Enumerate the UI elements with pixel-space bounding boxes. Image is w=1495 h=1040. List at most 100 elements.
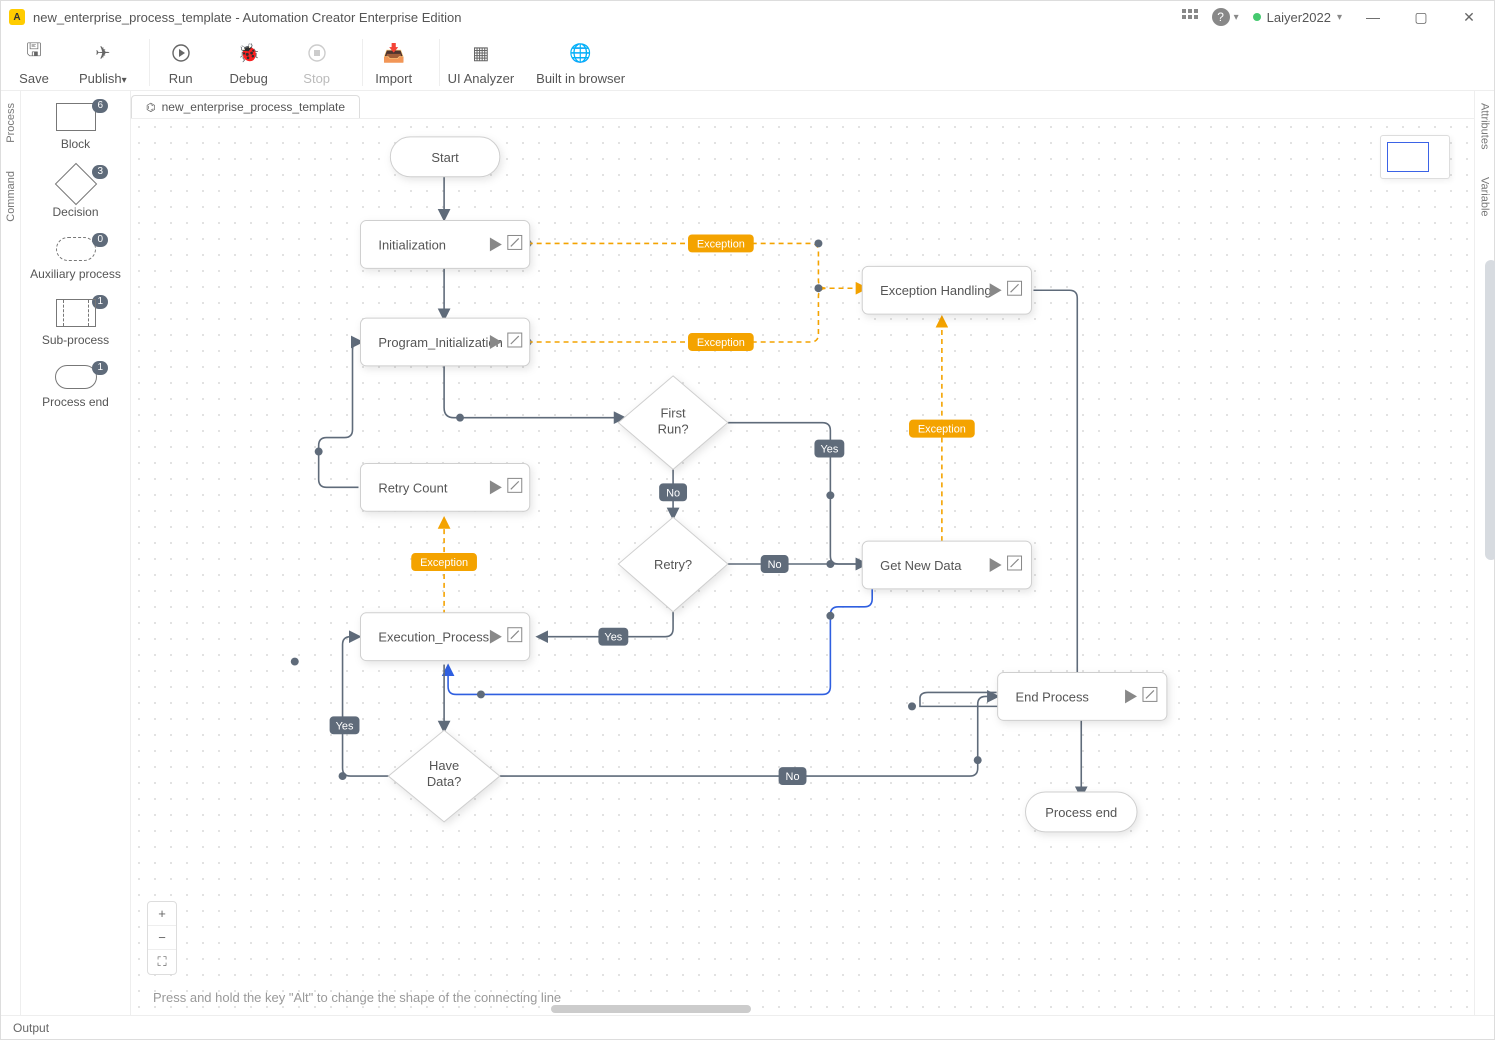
palette-end-count: 1 xyxy=(92,361,108,375)
user-caret-icon: ▾ xyxy=(1337,12,1342,23)
exception-label-3: Exception xyxy=(420,557,468,569)
node-retry-count-label: Retry Count xyxy=(378,480,447,495)
help-caret-icon[interactable]: ▾ xyxy=(1234,12,1239,23)
exception-label-2: Exception xyxy=(697,337,745,349)
node-have-data-l1: Have xyxy=(429,758,459,773)
palette-auxiliary-count: 0 xyxy=(92,233,108,247)
no-label-retry: No xyxy=(768,559,782,571)
node-first-run-l1: First xyxy=(660,406,686,421)
no-label-havedata: No xyxy=(786,771,800,783)
debug-button[interactable]: 🐞 Debug xyxy=(226,39,272,86)
rail-attributes-tab[interactable]: Attributes xyxy=(1479,103,1491,149)
browser-icon: 🌐 xyxy=(567,39,595,67)
node-have-data-l2: Data? xyxy=(427,774,462,789)
user-name: Laiyer2022 xyxy=(1267,10,1331,25)
flow-svg: Exception Exception Yes No xyxy=(131,119,1474,1015)
yes-label-havedata: Yes xyxy=(336,720,354,732)
yes-label-retry: Yes xyxy=(604,632,622,644)
builtin-browser-button[interactable]: 🌐 Built in browser xyxy=(536,39,625,86)
rail-variable-tab[interactable]: Variable xyxy=(1479,177,1491,217)
node-retry-label: Retry? xyxy=(654,557,692,572)
app-window: A new_enterprise_process_template - Auto… xyxy=(0,0,1495,1040)
rail-command-tab[interactable]: Command xyxy=(5,171,17,222)
minimize-button[interactable]: ― xyxy=(1356,9,1390,25)
block-shape-icon xyxy=(56,103,96,131)
node-initialization-label: Initialization xyxy=(378,237,446,252)
save-icon: 🖫 xyxy=(20,39,48,67)
left-rail: Process Command xyxy=(1,91,21,1015)
window-title: new_enterprise_process_template - Automa… xyxy=(33,10,462,25)
flow-icon: ⌬ xyxy=(146,101,156,114)
zoom-controls: + − ⛶ xyxy=(147,901,177,975)
editor-tab-label: new_enterprise_process_template xyxy=(162,100,345,114)
auxiliary-shape-icon xyxy=(56,237,96,261)
import-button[interactable]: 📥 Import xyxy=(371,39,417,86)
palette-decision[interactable]: 3 Decision xyxy=(25,169,126,219)
no-label-firstrun: No xyxy=(666,487,680,499)
zoom-in-button[interactable]: + xyxy=(148,902,176,926)
decision-shape-icon xyxy=(54,163,96,205)
node-exception-handling-label: Exception Handling xyxy=(880,283,991,298)
palette-block-label: Block xyxy=(61,137,90,151)
canvas-hint: Press and hold the key "Alt" to change t… xyxy=(153,990,561,1005)
user-status-dot-icon xyxy=(1253,13,1261,21)
import-icon: 📥 xyxy=(380,39,408,67)
palette-auxiliary[interactable]: 0 Auxiliary process xyxy=(25,237,126,281)
palette-end[interactable]: 1 Process end xyxy=(25,365,126,409)
debug-label: Debug xyxy=(230,71,268,86)
end-shape-icon xyxy=(55,365,97,389)
body: Process Command 6 Block 3 Decision 0 Aux… xyxy=(1,91,1494,1015)
main-area: ⌬ new_enterprise_process_template xyxy=(131,91,1474,1015)
run-label: Run xyxy=(169,71,193,86)
builtin-browser-label: Built in browser xyxy=(536,71,625,86)
run-icon xyxy=(167,39,195,67)
palette: 6 Block 3 Decision 0 Auxiliary process 1… xyxy=(21,91,131,1015)
node-first-run-l2: Run? xyxy=(658,422,689,437)
run-button[interactable]: Run xyxy=(158,39,204,86)
node-program-init-label: Program_Initialization xyxy=(378,335,502,350)
output-label: Output xyxy=(13,1021,49,1035)
palette-block-count: 6 xyxy=(92,99,108,113)
maximize-button[interactable]: ▢ xyxy=(1404,9,1438,26)
node-get-new-data-label: Get New Data xyxy=(880,558,962,573)
save-label: Save xyxy=(19,71,49,86)
zoom-fit-button[interactable]: ⛶ xyxy=(148,950,176,974)
yes-label-firstrun: Yes xyxy=(820,444,838,456)
ui-analyzer-icon: ▦ xyxy=(467,39,495,67)
rail-process-tab[interactable]: Process xyxy=(5,103,17,143)
canvas[interactable]: Exception Exception Yes No xyxy=(131,119,1474,1015)
bug-icon: 🐞 xyxy=(235,39,263,67)
stop-label: Stop xyxy=(303,71,330,86)
subprocess-shape-icon xyxy=(56,299,96,327)
palette-decision-count: 3 xyxy=(92,165,108,179)
publish-caret-icon: ▾ xyxy=(122,75,127,86)
save-button[interactable]: 🖫 Save xyxy=(11,39,57,86)
titlebar: A new_enterprise_process_template - Auto… xyxy=(1,1,1494,33)
editor-tabstrip: ⌬ new_enterprise_process_template xyxy=(131,91,1474,119)
import-label: Import xyxy=(375,71,412,86)
stop-icon xyxy=(303,39,331,67)
editor-tab[interactable]: ⌬ new_enterprise_process_template xyxy=(131,95,360,118)
help-icon[interactable]: ? xyxy=(1212,8,1230,26)
apps-grid-icon[interactable] xyxy=(1182,9,1198,25)
palette-decision-label: Decision xyxy=(52,205,98,219)
zoom-out-button[interactable]: − xyxy=(148,926,176,950)
publish-label: Publish xyxy=(79,71,122,86)
palette-subprocess[interactable]: 1 Sub-process xyxy=(25,299,126,347)
ui-analyzer-button[interactable]: ▦ UI Analyzer xyxy=(448,39,514,86)
ui-analyzer-label: UI Analyzer xyxy=(448,71,514,86)
user-menu[interactable]: Laiyer2022 ▾ xyxy=(1253,10,1342,25)
close-button[interactable]: ✕ xyxy=(1452,9,1486,26)
stop-button: Stop xyxy=(294,39,340,86)
palette-auxiliary-label: Auxiliary process xyxy=(30,267,121,281)
palette-block[interactable]: 6 Block xyxy=(25,103,126,151)
output-panel-header[interactable]: Output xyxy=(1,1015,1494,1039)
horizontal-scrollbar[interactable] xyxy=(551,1005,751,1013)
app-icon: A xyxy=(9,9,25,25)
palette-end-label: Process end xyxy=(42,395,109,409)
exception-label-1: Exception xyxy=(697,238,745,250)
publish-button[interactable]: ✈ Publish▾ xyxy=(79,39,127,86)
vertical-scrollbar[interactable] xyxy=(1485,260,1494,560)
node-process-end-label: Process end xyxy=(1045,805,1117,820)
node-execution-process-label: Execution_Process xyxy=(378,630,489,645)
